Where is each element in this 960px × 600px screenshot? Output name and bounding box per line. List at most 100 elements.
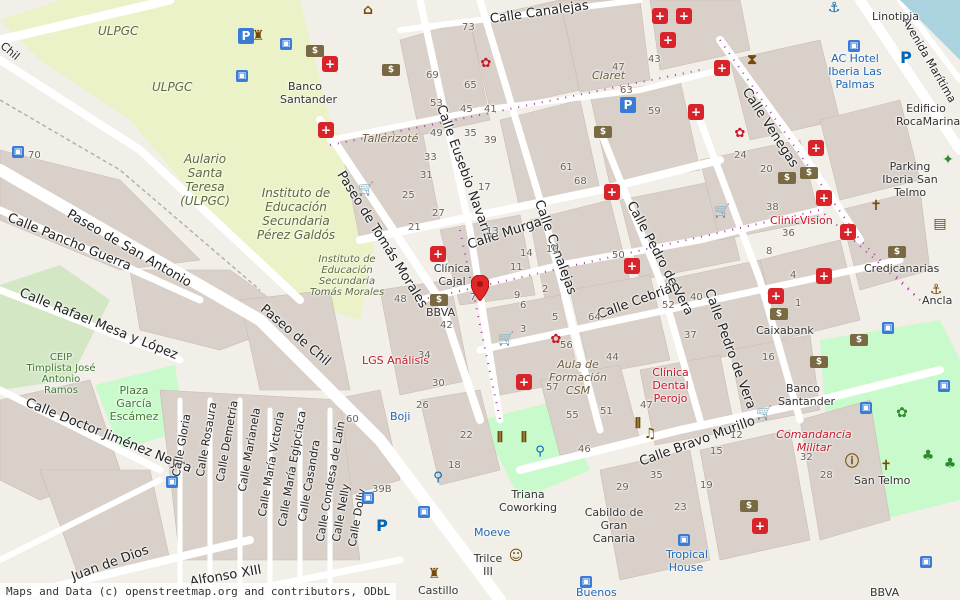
place-label[interactable]: San Telmo (854, 474, 910, 487)
bus-stop-icon[interactable]: ▣ (12, 146, 24, 158)
bus-stop-icon[interactable]: ▣ (280, 38, 292, 50)
pharmacy-icon[interactable]: + (652, 8, 668, 24)
place-label[interactable]: BBVA (870, 586, 899, 599)
church-icon[interactable]: ✝ (878, 458, 894, 474)
place-label[interactable]: Trilce III (468, 552, 508, 578)
pharmacy-icon[interactable]: + (322, 56, 338, 72)
hotel-icon[interactable]: ▣ (678, 534, 690, 546)
pharmacy-icon[interactable]: + (318, 122, 334, 138)
park-icon[interactable]: ♣ (920, 448, 936, 464)
place-label[interactable]: Banco Santander (778, 382, 835, 408)
bank-icon[interactable]: $ (850, 334, 868, 346)
place-label[interactable]: Castillo (418, 584, 458, 597)
place-label[interactable]: ClinicVision (770, 214, 833, 227)
bus-stop-icon[interactable]: ▣ (580, 576, 592, 588)
parking-icon[interactable]: P (374, 518, 390, 534)
church-icon[interactable]: ✝ (868, 198, 884, 214)
place-label[interactable]: BBVA (426, 306, 455, 319)
place-label[interactable]: Parking Iberia San Telmo (880, 160, 940, 199)
bus-stop-icon[interactable]: ▣ (938, 380, 950, 392)
place-label[interactable]: Clínica Dental Perojo (648, 366, 693, 405)
shop-icon[interactable]: 🛒 (498, 332, 514, 348)
place-label[interactable]: Edificio RocaMarina (896, 102, 960, 128)
pharmacy-icon[interactable]: + (604, 184, 620, 200)
hotel-icon[interactable]: ▣ (848, 40, 860, 52)
map-view[interactable]: Calle Canalejas Calle Eusebio Navarro Pa… (0, 0, 960, 600)
pharmacy-icon[interactable]: + (816, 268, 832, 284)
place-label[interactable]: Instituto de Educación Secundaria Pérez … (256, 186, 336, 242)
pharmacy-icon[interactable]: + (714, 60, 730, 76)
place-label[interactable]: ULPGC (98, 24, 138, 38)
pharmacy-icon[interactable]: + (688, 104, 704, 120)
place-label[interactable]: Credicanarias (864, 262, 939, 275)
pharmacy-icon[interactable]: + (840, 224, 856, 240)
veterinary-icon[interactable]: ✿ (478, 56, 494, 72)
bank-icon[interactable]: $ (306, 45, 324, 57)
bank-icon[interactable]: $ (594, 126, 612, 138)
place-label[interactable]: Cabildo de Gran Canaria (584, 506, 644, 545)
place-label[interactable]: Triana Coworking (498, 488, 558, 514)
place-label[interactable]: CEIP Timplista José Antonio Ramos (26, 352, 96, 396)
shop-icon[interactable]: 🛒 (714, 204, 730, 220)
veterinary-icon[interactable]: ✿ (548, 332, 564, 348)
place-label[interactable]: Instituto de Educación Secundaria Tomás … (302, 254, 392, 298)
zoo-icon[interactable]: ✿ (894, 405, 910, 421)
monument-icon[interactable]: ♜ (250, 28, 266, 44)
parking-icon[interactable]: P (620, 97, 636, 113)
shop-icon[interactable]: 🛒 (756, 406, 772, 422)
bus-stop-icon[interactable]: ▣ (418, 506, 430, 518)
place-label[interactable]: Linotipia (872, 10, 919, 23)
theatre-icon[interactable]: ☺ (508, 548, 524, 564)
bus-stop-icon[interactable]: ▣ (362, 492, 374, 504)
location-marker-icon[interactable] (471, 275, 489, 301)
park-icon[interactable]: ♣ (942, 456, 958, 472)
pharmacy-icon[interactable]: + (808, 140, 824, 156)
bank-icon[interactable]: $ (810, 356, 828, 368)
place-label[interactable]: Moeve (474, 526, 510, 539)
bus-stop-icon[interactable]: ▣ (920, 556, 932, 568)
castle-icon[interactable]: ♜ (426, 566, 442, 582)
place-label[interactable]: Aulario Santa Teresa (ULPGC) (170, 152, 240, 208)
pharmacy-icon[interactable]: + (624, 258, 640, 274)
place-label[interactable]: Tallerizoté (362, 132, 418, 145)
bank-icon[interactable]: $ (382, 64, 400, 76)
place-label[interactable]: AC Hotel Iberia Las Palmas (826, 52, 884, 91)
bank-icon[interactable]: $ (778, 172, 796, 184)
bus-stop-icon[interactable]: ▣ (236, 70, 248, 82)
place-label[interactable]: Banco Santander (280, 80, 337, 106)
bus-stop-icon[interactable]: ▣ (860, 402, 872, 414)
pharmacy-icon[interactable]: + (430, 246, 446, 262)
information-icon[interactable]: ⓘ (844, 454, 860, 470)
pharmacy-icon[interactable]: + (768, 288, 784, 304)
bicycle-icon[interactable]: ⚲ (532, 444, 548, 460)
place-label[interactable]: Boji (390, 410, 410, 423)
place-label[interactable]: Tropical House (666, 548, 708, 574)
marina-icon[interactable]: ⚓ (826, 0, 842, 16)
library-icon[interactable]: ▤ (932, 216, 948, 232)
bus-stop-icon[interactable]: ▣ (166, 476, 178, 488)
pharmacy-icon[interactable]: + (816, 190, 832, 206)
runner-icon[interactable]: ✦ (940, 152, 956, 168)
place-label[interactable]: Clínica Cajal (432, 262, 472, 288)
pharmacy-icon[interactable]: + (752, 518, 768, 534)
anchor-icon[interactable]: ⚓ (928, 282, 944, 298)
bank-icon[interactable]: $ (740, 500, 758, 512)
place-label[interactable]: ULPGC (152, 80, 192, 94)
shop-icon[interactable]: 🛒 (358, 182, 374, 198)
bank-icon[interactable]: $ (770, 308, 788, 320)
hourglass-icon[interactable]: ⧗ (744, 52, 760, 68)
bank-icon[interactable]: $ (888, 246, 906, 258)
place-label[interactable]: Caixabank (756, 324, 814, 337)
veterinary-icon[interactable]: ✿ (732, 126, 748, 142)
pharmacy-icon[interactable]: + (660, 32, 676, 48)
pharmacy-icon[interactable]: + (516, 374, 532, 390)
place-label[interactable]: Comandancia Militar (774, 428, 854, 454)
parking-icon[interactable]: P (898, 50, 914, 66)
pharmacy-icon[interactable]: + (676, 8, 692, 24)
bank-icon[interactable]: $ (800, 167, 818, 179)
place-label[interactable]: Plaza García Escámez (104, 384, 164, 423)
bus-stop-icon[interactable]: ▣ (882, 322, 894, 334)
bank-icon[interactable]: $ (430, 294, 448, 306)
museum-icon[interactable]: ⌂ (360, 2, 376, 18)
bicycle-icon[interactable]: ⚲ (430, 470, 446, 486)
